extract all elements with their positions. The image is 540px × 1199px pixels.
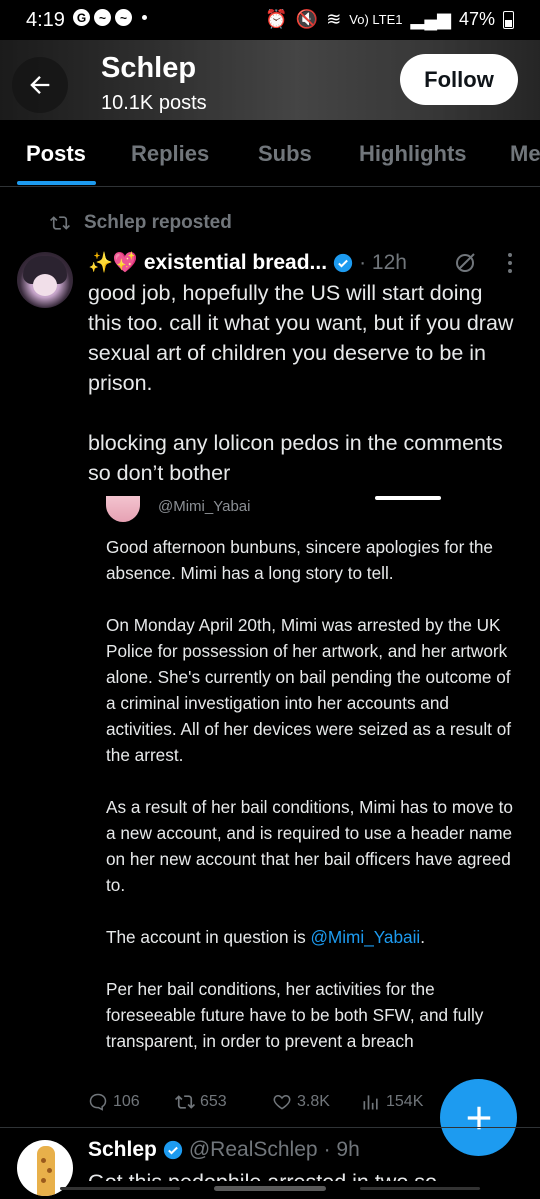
image-edge-bar [375,496,441,500]
plus-icon [467,1106,490,1129]
profile-tabs: Posts Replies Subs Highlights Me [0,120,540,187]
verified-badge-icon [163,1140,183,1160]
repost-icon [50,216,70,230]
nav-bar-right [360,1187,480,1190]
back-button[interactable] [12,57,68,113]
avatar[interactable] [17,252,73,308]
tweet-text: good job, hopefully the US will start do… [88,281,514,485]
alarm-icon: ⏰ [265,9,288,29]
follow-button[interactable]: Follow [400,54,518,105]
tweet-divider [0,1127,540,1128]
tweet-header: Schlep @RealSchlep · 9h [88,1138,360,1162]
like-button[interactable]: 3.8K [272,1092,330,1112]
home-gesture-handle[interactable] [214,1186,326,1191]
notification-icons: G ~ ~ [73,9,147,26]
tweet-text: Got this pedophile arrested in two so [88,1167,437,1181]
wifi-icon: ≋ [326,9,342,29]
views-button[interactable]: 154K [361,1092,423,1112]
analytics-icon [363,1095,378,1110]
grok-icon[interactable] [454,250,478,274]
profile-name: Schlep [101,52,197,84]
battery-icon [503,10,514,29]
compose-post-button[interactable] [440,1079,517,1156]
embed-account-link: @Mimi_Yabaii [310,927,421,947]
more-options-icon[interactable] [508,253,512,273]
arrow-left-icon [30,76,50,94]
repost-icon [175,1095,195,1109]
signal-icon: ▂▄▆ [410,9,451,29]
reply-icon [89,1093,107,1111]
author-name[interactable]: Schlep [88,1138,157,1162]
tweet-time: · 9h [323,1138,360,1161]
author-name[interactable]: existential bread... [144,251,327,275]
google-icon: G [73,9,90,26]
repost-button[interactable]: 653 [175,1092,227,1112]
view-count: 154K [386,1093,424,1110]
tab-highlights[interactable]: Highlights [359,141,467,167]
status-right: ⏰ 🔇 ≋ Vo) LTE1 ▂▄▆ 47% [265,9,514,30]
status-time: 4:19 [26,9,65,31]
reply-count: 106 [113,1093,140,1110]
embed-para-4-suffix: . [420,927,426,947]
status-bar: 4:19 G ~ ~ ⏰ 🔇 ≋ Vo) LTE1 ▂▄▆ 47% [0,0,540,40]
tweet-time: · 12h [359,250,407,274]
battery-percent: 47% [458,9,495,29]
repost-label: Schlep reposted [84,212,232,233]
author-handle: @RealSchlep [188,1138,318,1161]
network-label: Vo) LTE1 [349,12,403,27]
tweet-header: ✨💖 existential bread... · 12h [88,250,407,275]
post-count: 10.1K posts [101,92,207,114]
embed-text: Good afternoon bunbuns, sincere apologie… [106,534,516,1054]
repost-indicator: Schlep reposted [50,212,232,234]
embed-handle: @Mimi_Yabai [158,498,251,515]
nav-bar-left [60,1187,180,1190]
reply-button[interactable]: 106 [88,1092,140,1112]
notification-dot-icon [142,15,147,20]
messenger-icon: ~ [94,9,111,26]
like-count: 3.8K [297,1093,330,1110]
embed-para-5: Per her bail conditions, her activities … [106,979,484,1051]
tab-media[interactable]: Me [510,141,540,167]
embed-avatar [106,496,140,522]
tab-replies[interactable]: Replies [131,141,209,167]
tweet-media-image[interactable]: @Mimi_Yabai Good afternoon bunbuns, sinc… [88,488,520,1088]
embed-para-3: As a result of her bail conditions, Mimi… [106,797,513,895]
messenger-icon: ~ [115,9,132,26]
repost-count: 653 [200,1093,227,1110]
emoji-prefix: ✨💖 [88,252,138,274]
mute-icon: 🔇 [295,9,319,29]
verified-badge-icon [333,253,353,272]
giraffe-icon [37,1146,55,1196]
tab-subs[interactable]: Subs [258,141,312,167]
tab-posts[interactable]: Posts [26,141,86,167]
active-tab-indicator [17,181,96,185]
embed-para-2: On Monday April 20th, Mimi was arrested … [106,615,512,765]
profile-header: Schlep 10.1K posts Follow [0,40,540,120]
embed-para-4-prefix: The account in question is [106,927,311,947]
heart-icon [273,1094,291,1110]
embed-para-1: Good afternoon bunbuns, sincere apologie… [106,537,493,583]
